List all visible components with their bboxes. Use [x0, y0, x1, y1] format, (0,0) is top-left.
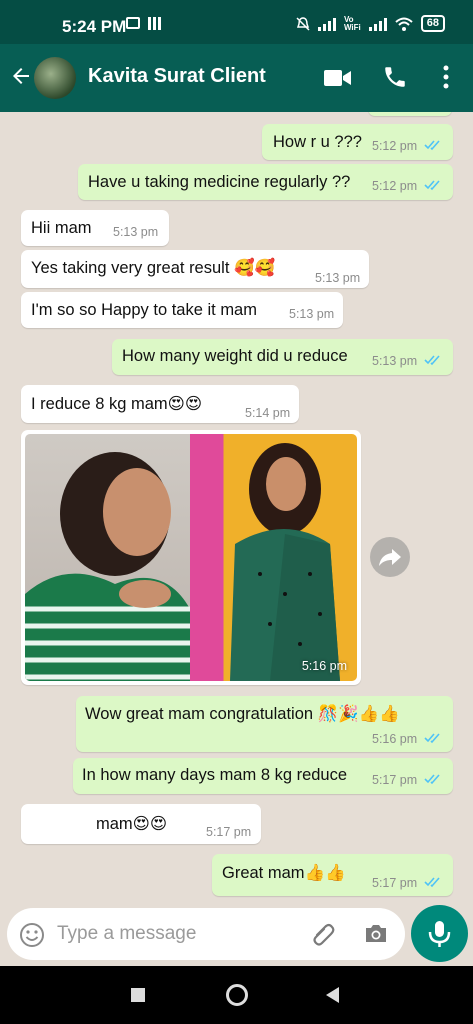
- person-before-illustration: [25, 452, 190, 681]
- forward-icon: [379, 549, 401, 566]
- message-time: 5:12 pm: [372, 139, 418, 153]
- wifi-icon: [395, 17, 413, 31]
- video-call-icon[interactable]: [324, 68, 352, 88]
- message-time: 5:13 pm: [289, 307, 335, 321]
- attach-icon[interactable]: [309, 920, 337, 948]
- read-ticks-icon: [424, 733, 440, 744]
- system-nav-bar: [0, 966, 473, 1024]
- read-ticks-icon: [424, 774, 440, 785]
- forward-button[interactable]: [370, 537, 410, 577]
- signal-icon-2: [368, 17, 387, 31]
- message-partial: [368, 112, 452, 116]
- read-ticks-icon: [424, 140, 440, 151]
- mic-icon: [428, 921, 451, 947]
- message-text: How many weight did u reduce: [122, 347, 348, 365]
- message-time: 5:12 pm: [372, 179, 418, 193]
- recents-icon[interactable]: [131, 988, 145, 1002]
- message-outgoing[interactable]: Great mam👍👍 5:17 pm: [212, 854, 453, 896]
- message-outgoing[interactable]: Have u taking medicine regularly ?? 5:12…: [78, 164, 453, 200]
- message-outgoing[interactable]: How r u ??? 5:12 pm: [262, 124, 453, 160]
- message-text: Have u taking medicine regularly ??: [88, 173, 351, 191]
- message-incoming[interactable]: I reduce 8 kg mam😍😍 5:14 pm: [21, 385, 299, 423]
- message-text: Wow great mam congratulation 🎊🎉👍👍: [85, 705, 400, 723]
- camera-icon[interactable]: [363, 921, 389, 947]
- grid-icon: [148, 17, 161, 30]
- message-outgoing[interactable]: Wow great mam congratulation 🎊🎉👍👍 5:16 p…: [76, 696, 453, 752]
- mute-icon: [296, 16, 310, 31]
- message-text: I reduce 8 kg mam😍😍: [31, 395, 203, 413]
- message-incoming[interactable]: Hii mam 5:13 pm: [21, 210, 169, 246]
- message-time: 5:13 pm: [372, 354, 418, 368]
- chat-header: Kavita Surat Client: [0, 44, 473, 112]
- home-icon[interactable]: [226, 984, 248, 1006]
- back-arrow-icon[interactable]: [9, 64, 33, 88]
- contact-name[interactable]: Kavita Surat Client: [88, 65, 266, 88]
- photo-after: [190, 434, 357, 681]
- message-photo[interactable]: 5:16 pm: [21, 430, 361, 685]
- photo-before: [25, 434, 190, 681]
- screen-icon: [126, 17, 140, 29]
- message-incoming[interactable]: I'm so so Happy to take it mam 5:13 pm: [21, 292, 343, 328]
- read-ticks-icon: [424, 877, 440, 888]
- message-time: 5:13 pm: [113, 225, 159, 239]
- message-time: 5:16 pm: [372, 732, 418, 746]
- message-text: In how many days mam 8 kg reduce: [82, 766, 348, 784]
- message-time: 5:17 pm: [372, 876, 418, 890]
- vowifi-icon: Vo WiFi: [343, 14, 361, 32]
- status-notification-icons: [126, 17, 161, 30]
- signal-icon: [317, 17, 336, 31]
- read-ticks-icon: [424, 355, 440, 366]
- message-outgoing[interactable]: How many weight did u reduce 5:13 pm: [112, 339, 453, 375]
- avatar[interactable]: [34, 57, 76, 99]
- message-time: 5:17 pm: [372, 773, 418, 787]
- message-text: Hii mam: [31, 219, 92, 237]
- message-time: 5:13 pm: [315, 271, 361, 285]
- status-time: 5:24 PM: [62, 17, 127, 36]
- message-time: 5:14 pm: [245, 406, 291, 420]
- message-outgoing[interactable]: In how many days mam 8 kg reduce 5:17 pm: [73, 758, 453, 794]
- status-right: Vo WiFi 68: [296, 15, 445, 32]
- nav-back-icon[interactable]: [326, 987, 339, 1003]
- photo-time: 5:16 pm: [301, 659, 347, 673]
- message-text: mam😍😍: [96, 815, 168, 833]
- photo-frame[interactable]: 5:16 pm: [25, 434, 357, 681]
- message-text: Yes taking very great result 🥰🥰: [31, 259, 276, 277]
- battery-icon: 68: [420, 15, 445, 32]
- message-text: Great mam👍👍: [222, 864, 346, 882]
- message-time: 5:17 pm: [206, 825, 252, 839]
- message-incoming[interactable]: Yes taking very great result 🥰🥰 5:13 pm: [21, 250, 369, 288]
- message-input-bar: [7, 908, 405, 960]
- phone-icon[interactable]: [382, 64, 408, 90]
- read-ticks-icon: [424, 180, 440, 191]
- more-vert-icon[interactable]: [436, 64, 456, 90]
- message-text: I'm so so Happy to take it mam: [31, 301, 257, 319]
- message-incoming[interactable]: mam😍😍 5:17 pm: [21, 804, 261, 844]
- message-text: How r u ???: [273, 133, 362, 151]
- message-input[interactable]: [57, 908, 297, 960]
- emoji-icon[interactable]: [19, 922, 45, 948]
- status-bar: 5:24 PM Vo WiFi 68: [0, 0, 473, 44]
- person-after-illustration: [230, 443, 340, 681]
- mic-button[interactable]: [411, 905, 468, 962]
